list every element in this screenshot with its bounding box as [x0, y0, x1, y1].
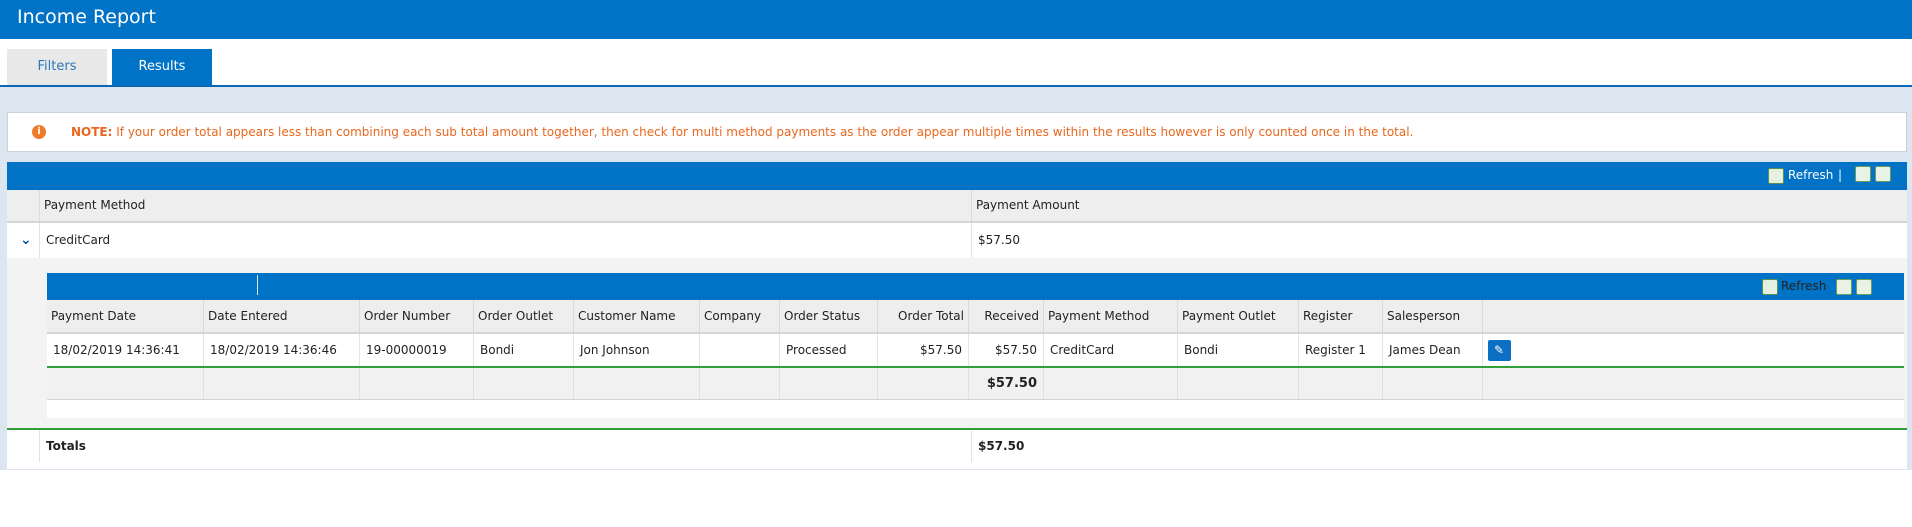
refresh-button[interactable]: Refresh [1781, 279, 1826, 293]
excel-export-icon[interactable] [1855, 166, 1871, 182]
refresh-icon[interactable] [1762, 279, 1778, 295]
detail-footer: $57.50 [47, 368, 1904, 400]
totals-row: Totals $57.50 [7, 428, 1907, 464]
csv-export-icon[interactable] [1856, 279, 1872, 295]
column-header-payment-method[interactable]: Payment Method [39, 190, 971, 221]
column-header-received[interactable]: Received [968, 300, 1043, 332]
payment-outlet-cell: Bondi [1177, 334, 1298, 366]
column-header-customer-name[interactable]: Customer Name [573, 300, 699, 332]
payment-method-cell: CreditCard [39, 223, 971, 258]
refresh-button[interactable]: Refresh [1788, 168, 1833, 182]
table-row[interactable]: ⌄ CreditCard $57.50 [7, 223, 1907, 259]
table-row[interactable]: 18/02/2019 14:36:41 18/02/2019 14:36:46 … [47, 334, 1904, 368]
column-header-order-number[interactable]: Order Number [359, 300, 473, 332]
payment-date-cell: 18/02/2019 14:36:41 [53, 343, 180, 357]
note-text: NOTE: If your order total appears less t… [71, 125, 1413, 139]
column-header-order-outlet[interactable]: Order Outlet [473, 300, 573, 332]
column-header-company[interactable]: Company [699, 300, 779, 332]
detail-toolbar: Refresh [47, 273, 1904, 300]
excel-export-icon[interactable] [1836, 279, 1852, 295]
pencil-icon: ✎ [1494, 343, 1505, 357]
expand-column-header [7, 190, 39, 221]
note-message: If your order total appears less than co… [112, 125, 1414, 139]
csv-export-icon[interactable] [1875, 166, 1891, 182]
group-drop-area[interactable] [47, 275, 258, 295]
chevron-down-icon[interactable]: ⌄ [20, 223, 32, 258]
column-header-date-entered[interactable]: Date Entered [203, 300, 359, 332]
column-header-actions [1482, 300, 1904, 332]
column-header-order-total[interactable]: Order Total [877, 300, 968, 332]
tab-filters[interactable]: Filters [7, 49, 107, 85]
customer-name-cell: Jon Johnson [573, 334, 699, 366]
edit-button[interactable]: ✎ [1488, 340, 1511, 361]
payment-method-cell: CreditCard [1043, 334, 1177, 366]
totals-amount: $57.50 [971, 430, 1907, 462]
page-title: Income Report [17, 6, 156, 28]
order-number-cell: 19-00000019 [359, 334, 473, 366]
register-cell: Register 1 [1298, 334, 1382, 366]
results-panel: i NOTE: If your order total appears less… [0, 87, 1912, 470]
grid-toolbar: Refresh | [7, 162, 1907, 190]
column-header-payment-amount[interactable]: Payment Amount [971, 190, 1907, 221]
payment-grid: Refresh | Payment Method Payment Amount … [7, 162, 1907, 469]
date-entered-cell: 18/02/2019 14:36:46 [203, 334, 359, 366]
salesperson-cell: James Dean [1382, 334, 1482, 366]
detail-header: Payment Date Date Entered Order Number O… [47, 300, 1904, 334]
grid-header: Payment Method Payment Amount [7, 190, 1907, 223]
column-header-register[interactable]: Register [1298, 300, 1382, 332]
order-total-cell: $57.50 [877, 334, 968, 366]
received-total: $57.50 [968, 368, 1043, 399]
tab-strip: Filters Results [0, 39, 1912, 87]
column-header-payment-date[interactable]: Payment Date [47, 300, 203, 332]
totals-label: Totals [39, 430, 971, 462]
detail-row: Refresh Payment Date Date Entered Order … [7, 258, 1907, 428]
order-status-cell: Processed [779, 334, 877, 366]
note-banner: i NOTE: If your order total appears less… [7, 112, 1907, 152]
received-cell: $57.50 [968, 334, 1043, 366]
column-header-payment-outlet[interactable]: Payment Outlet [1177, 300, 1298, 332]
payment-amount-cell: $57.50 [971, 223, 1907, 258]
note-label: NOTE: [71, 125, 113, 139]
tab-results[interactable]: Results [112, 49, 212, 85]
toolbar-separator: | [1838, 168, 1843, 182]
column-header-salesperson[interactable]: Salesperson [1382, 300, 1482, 332]
actions-cell: ✎ [1482, 334, 1904, 366]
order-outlet-cell: Bondi [473, 334, 573, 366]
detail-grid: Refresh Payment Date Date Entered Order … [47, 273, 1904, 418]
column-header-payment-method[interactable]: Payment Method [1043, 300, 1177, 332]
refresh-icon[interactable] [1768, 168, 1784, 184]
app-header: Income Report [0, 0, 1912, 39]
info-icon: i [32, 125, 46, 139]
column-header-order-status[interactable]: Order Status [779, 300, 877, 332]
company-cell [699, 334, 779, 366]
